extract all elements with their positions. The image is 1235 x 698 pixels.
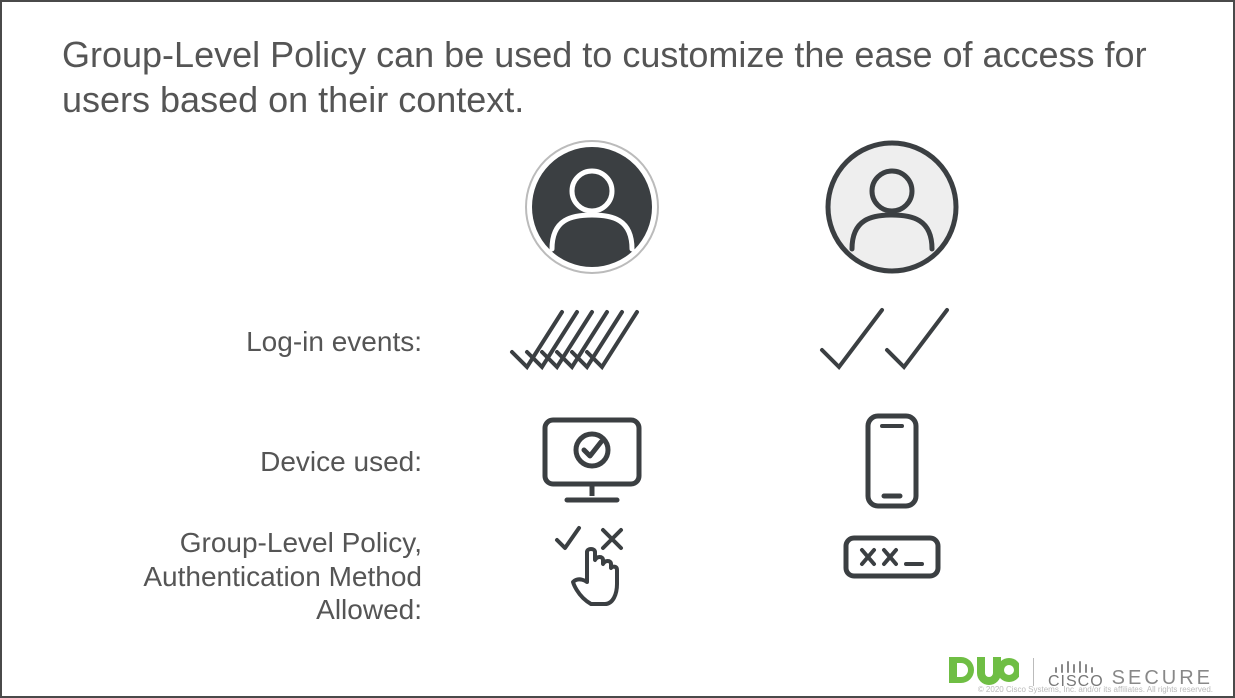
content-grid: Log-in events: Dev — [62, 132, 1173, 632]
slide-title: Group-Level Policy can be used to custom… — [62, 32, 1173, 122]
device-used-label: Device used: — [260, 445, 422, 479]
avatar-light-icon — [822, 137, 962, 277]
divider — [1033, 658, 1034, 686]
passcode-field-icon — [842, 522, 942, 582]
smartphone-icon — [862, 412, 922, 512]
push-tap-icon — [547, 522, 637, 612]
avatar-dark-icon — [522, 137, 662, 277]
cisco-bars-icon — [1054, 660, 1098, 674]
slide-container: Group-Level Policy can be used to custom… — [0, 0, 1235, 698]
two-checks-icon — [817, 302, 967, 382]
many-checks-icon — [507, 302, 677, 382]
login-events-label: Log-in events: — [246, 325, 422, 359]
copyright-text: © 2020 Cisco Systems, Inc. and/or its af… — [978, 685, 1213, 694]
desktop-verified-icon — [537, 412, 647, 512]
policy-label: Group-Level Policy, Authentication Metho… — [62, 522, 422, 627]
